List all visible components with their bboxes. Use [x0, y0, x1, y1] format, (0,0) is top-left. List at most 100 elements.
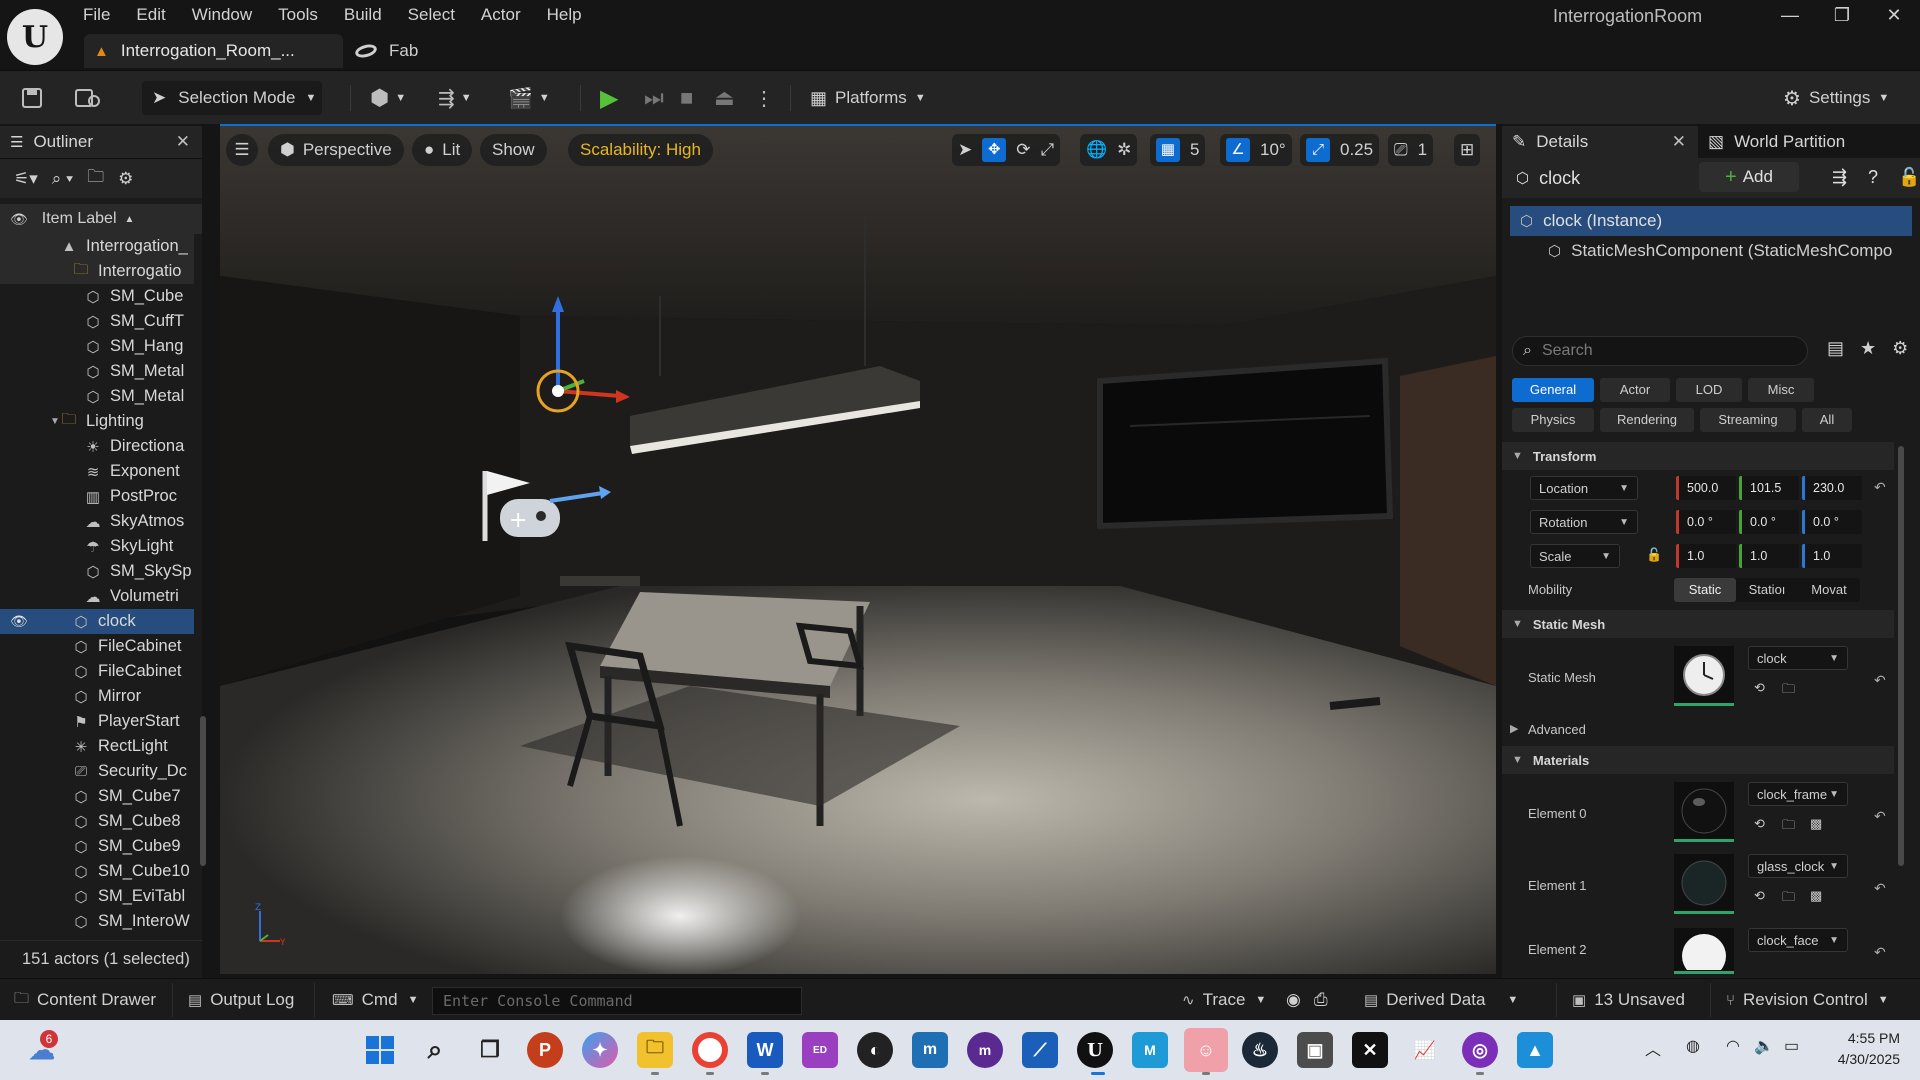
filter-all[interactable]: All [1802, 408, 1852, 432]
settings-dropdown[interactable]: ⚙ Settings ▼ [1783, 81, 1889, 115]
filter-physics[interactable]: Physics [1512, 408, 1594, 432]
checker-icon[interactable]: ▩ [1810, 888, 1822, 904]
reset-icon[interactable]: ↶ [1874, 808, 1886, 825]
app-icon[interactable]: ⟋ [1022, 1032, 1058, 1068]
mobility-stationary[interactable]: Statioı [1736, 578, 1798, 602]
outliner-row[interactable]: ⬡ Mirror [0, 684, 194, 709]
actor-name[interactable]: clock [1539, 168, 1580, 189]
word-icon[interactable]: W [747, 1032, 783, 1068]
outliner-row[interactable]: ⬡ SM_Cube8 [0, 809, 194, 834]
use-selected-icon[interactable]: ⟲ [1754, 680, 1765, 696]
player-start-icon[interactable]: + [475, 461, 625, 551]
outliner-row[interactable]: ⬡ FileCabinet [0, 634, 194, 659]
outliner-row[interactable]: ⬡ SM_EviTabl [0, 884, 194, 909]
outliner-row[interactable]: ⬡ SM_Hang [0, 334, 194, 359]
mobility-static[interactable]: Static [1674, 578, 1736, 602]
maya-icon[interactable]: M [1132, 1032, 1168, 1068]
battery-icon[interactable]: ▭ [1784, 1036, 1799, 1056]
outliner-row[interactable]: ☂ SkyLight [0, 534, 194, 559]
advanced-row[interactable]: ▶ Advanced [1502, 716, 1894, 744]
content-drawer-button[interactable]: 🗀 Content Drawer [14, 988, 156, 1012]
steam-icon[interactable]: ♨ [1242, 1032, 1278, 1068]
copilot-icon[interactable]: ✦ [582, 1032, 618, 1068]
volume-icon[interactable]: 🔈 [1754, 1036, 1774, 1056]
outliner-row[interactable]: ⎚ Security_Dc [0, 759, 194, 784]
file-explorer-icon[interactable]: 🗀 [637, 1032, 673, 1068]
github-icon[interactable]: ◎ [1462, 1032, 1498, 1068]
select-tool-icon[interactable]: ➤ [958, 140, 972, 160]
scale-x[interactable]: 1.0 [1676, 544, 1736, 568]
unsaved-button[interactable]: ▣ 13 Unsaved [1572, 988, 1685, 1012]
scale-z[interactable]: 1.0 [1802, 544, 1862, 568]
details-tab[interactable]: ✎ Details ✕ [1502, 126, 1698, 158]
console-input[interactable]: Enter Console Command [432, 987, 802, 1015]
obs-icon[interactable]: ◐ [857, 1032, 893, 1068]
outliner-row[interactable]: ≋ Exponent [0, 459, 194, 484]
use-selected-icon[interactable]: ⟲ [1754, 816, 1765, 832]
show-button[interactable]: Show [480, 134, 547, 166]
outliner-column-header[interactable]: 👁 Item Label ▲ [0, 204, 202, 234]
search-icon[interactable]: ⌕ [417, 1032, 453, 1068]
transform-section[interactable]: ▼ Transform [1502, 442, 1894, 470]
rotation-dropdown[interactable]: Rotation ▼ [1530, 510, 1638, 534]
outliner-row[interactable]: ▲ Interrogation_ [0, 234, 194, 259]
chevron-up-icon[interactable]: ︿ [1645, 1036, 1661, 1060]
chart-app-icon[interactable]: 📈 [1407, 1032, 1443, 1068]
outliner-row[interactable]: ▥ PostProc [0, 484, 194, 509]
material-thumbnail[interactable] [1674, 782, 1734, 842]
rotate-tool-icon[interactable]: ⟳ [1016, 140, 1030, 160]
use-selected-icon[interactable]: ⟲ [1754, 888, 1765, 904]
material-dropdown[interactable]: glass_clock ▼ [1748, 854, 1848, 878]
restore-icon[interactable]: ❐ [1822, 2, 1862, 28]
outliner-tab[interactable]: ☰ Outliner ✕ [0, 126, 202, 158]
location-dropdown[interactable]: Location ▼ [1530, 476, 1638, 500]
clock-time[interactable]: 4:55 PM [1822, 1030, 1900, 1046]
filter-misc[interactable]: Misc [1748, 378, 1814, 402]
perspective-button[interactable]: ⬢ Perspective [268, 134, 404, 166]
lock-icon[interactable]: 🔓 [1646, 547, 1662, 563]
help-icon[interactable]: ? [1868, 167, 1878, 188]
filter-general[interactable]: General [1512, 378, 1594, 402]
cinematics-button[interactable]: 🎬 ▼ [508, 81, 550, 115]
clock-date[interactable]: 4/30/2025 [1822, 1051, 1900, 1067]
checker-icon[interactable]: ▩ [1810, 816, 1822, 832]
world-space-icon[interactable]: 🌐 [1086, 140, 1107, 160]
eye-icon[interactable]: 👁 [10, 613, 28, 630]
menu-select[interactable]: Select [395, 4, 468, 28]
close-icon[interactable]: ✕ [1874, 2, 1914, 28]
derived-data-dropdown[interactable]: ▤ Derived Data ▼ [1364, 988, 1518, 1012]
static-mesh-section[interactable]: ▼ Static Mesh [1502, 610, 1894, 638]
unreal-engine-icon[interactable]: U [1077, 1032, 1113, 1068]
scale-dropdown[interactable]: Scale ▼ [1530, 544, 1620, 568]
app-icon[interactable]: m [967, 1032, 1003, 1068]
play-button[interactable]: ▶ [600, 81, 630, 115]
reset-icon[interactable]: ↶ [1874, 944, 1886, 961]
cmd-dropdown[interactable]: ⌨ Cmd ▼ [332, 988, 418, 1012]
blueprint-button[interactable]: ⇶ ▼ [438, 81, 472, 115]
chevron-down-icon[interactable]: ▼ [50, 416, 60, 427]
outliner-row[interactable]: ⬡ FileCabinet [0, 659, 194, 684]
filter-lod[interactable]: LOD [1676, 378, 1742, 402]
filter-streaming[interactable]: Streaming [1700, 408, 1796, 432]
outliner-scrollbar[interactable] [200, 716, 206, 866]
menu-build[interactable]: Build [331, 4, 395, 28]
browse-button[interactable] [74, 81, 102, 115]
menu-file[interactable]: File [70, 4, 123, 28]
chrome-icon[interactable] [692, 1032, 728, 1068]
rotation-x[interactable]: 0.0 ° [1676, 510, 1736, 534]
location-x[interactable]: 500.0 [1676, 476, 1736, 500]
menu-tools[interactable]: Tools [265, 4, 331, 28]
outliner-row[interactable]: ☁ Volumetri [0, 584, 194, 609]
browse-icon[interactable]: 🗀 [1782, 816, 1795, 838]
platforms-dropdown[interactable]: ▦ Platforms ▼ [810, 81, 926, 115]
outliner-row[interactable]: 🗀 Interrogatio [0, 259, 194, 284]
outliner-row[interactable]: ⬡ SM_Cube [0, 284, 194, 309]
mobility-movable[interactable]: Movat [1798, 578, 1860, 602]
menu-help[interactable]: Help [534, 4, 595, 28]
outliner-row[interactable]: ⬡ SM_Cube9 [0, 834, 194, 859]
outliner-row[interactable]: ☁ SkyAtmos [0, 509, 194, 534]
favorite-star-icon[interactable]: ★ [1860, 338, 1876, 359]
add-actor-button[interactable]: ⬢ ▼ [370, 81, 406, 115]
materials-section[interactable]: ▼ Materials [1502, 746, 1894, 774]
outliner-row[interactable]: ☀ Directiona [0, 434, 194, 459]
